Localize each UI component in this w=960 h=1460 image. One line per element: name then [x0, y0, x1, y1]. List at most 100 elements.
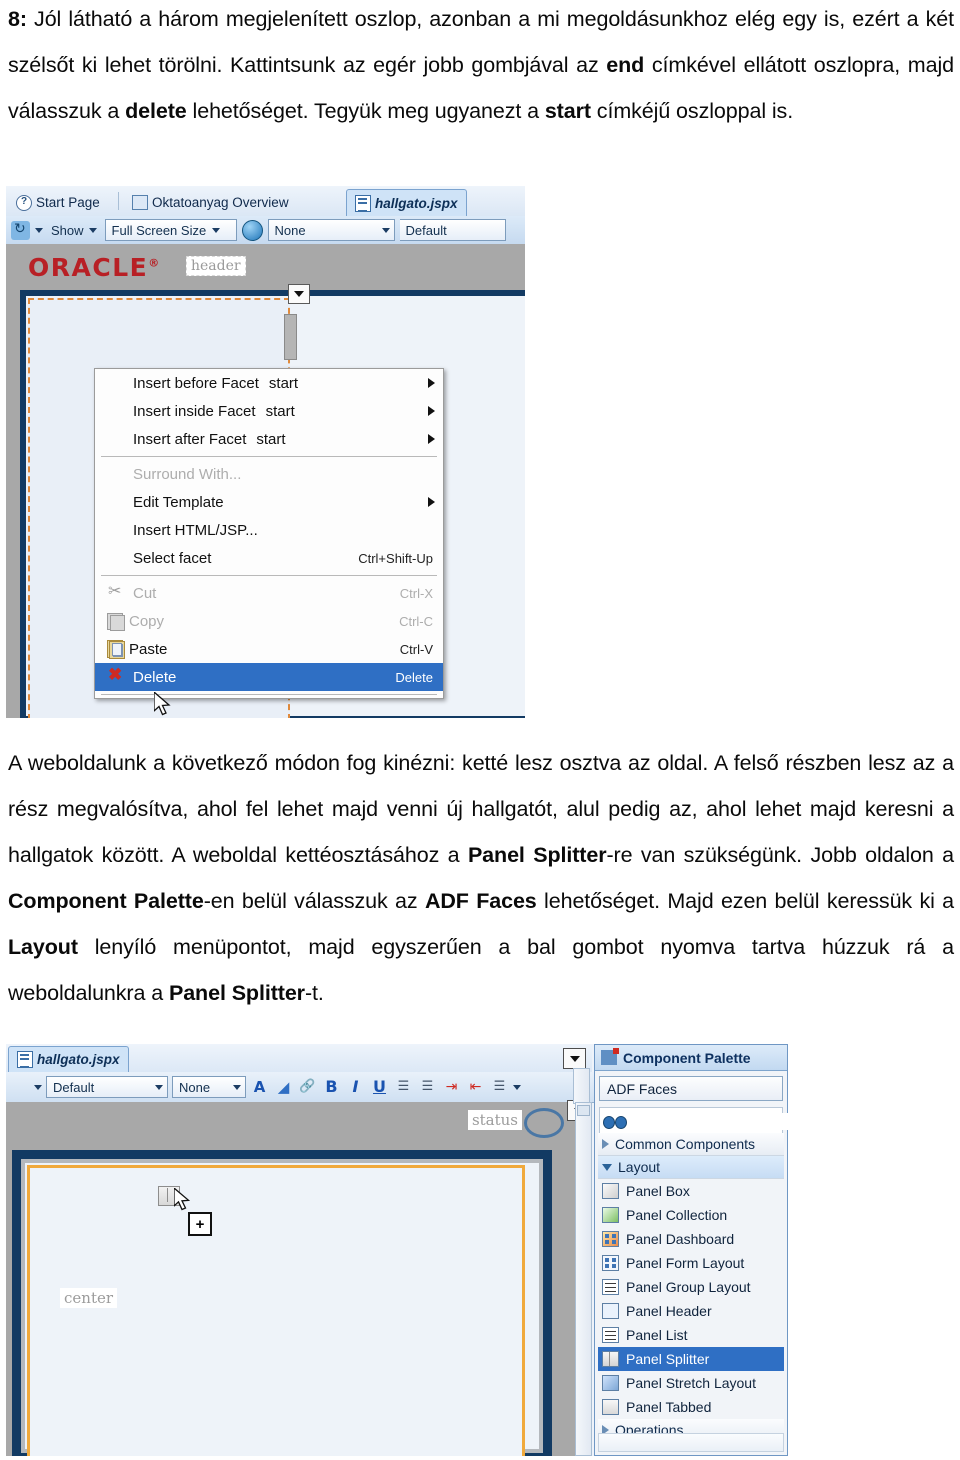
- panel-box-icon: [602, 1183, 619, 1199]
- skin-select[interactable]: None: [172, 1076, 246, 1098]
- menu-item-copy[interactable]: Copy Ctrl-C: [95, 607, 443, 635]
- menu-item-icon-slot: [107, 402, 127, 420]
- scroll-thumb[interactable]: [577, 1105, 590, 1116]
- splitter-grabber[interactable]: [284, 314, 297, 360]
- oracle-logo-text: ORACLE: [28, 253, 149, 282]
- drop-target-highlight[interactable]: + center: [27, 1165, 525, 1456]
- menu-item-delete[interactable]: Delete Delete: [95, 663, 443, 691]
- palette-library-value: ADF Faces: [607, 1080, 678, 1097]
- show-label: Show: [51, 222, 84, 238]
- menu-item-label: Insert before Facet: [133, 374, 259, 392]
- tab-oktatoanyag-overview[interactable]: Oktatoanyag Overview: [124, 189, 297, 216]
- palette-item-panel-tabbed[interactable]: Panel Tabbed: [598, 1395, 784, 1419]
- tab-hallgato-jspx[interactable]: hallgato.jspx: [8, 1046, 129, 1072]
- palette-group-common-components[interactable]: Common Components: [598, 1133, 784, 1156]
- palette-item-panel-dashboard[interactable]: Panel Dashboard: [598, 1227, 784, 1251]
- menu-item-shortcut: Delete: [395, 669, 433, 685]
- menu-item-paste[interactable]: Paste Ctrl-V: [95, 635, 443, 663]
- underline-icon[interactable]: U: [370, 1077, 389, 1097]
- palette-status-bar: [598, 1433, 784, 1452]
- menu-item-insert-html-jsp[interactable]: Insert HTML/JSP...: [95, 516, 443, 544]
- menu-item-insert-after-facet[interactable]: Insert after Facet start: [95, 425, 443, 453]
- palette-item-panel-box[interactable]: Panel Box: [598, 1179, 784, 1203]
- menu-item-label: Insert HTML/JSP...: [133, 521, 258, 539]
- palette-item-panel-header[interactable]: Panel Header: [598, 1299, 784, 1323]
- palette-item-panel-group-layout[interactable]: Panel Group Layout: [598, 1275, 784, 1299]
- tab-start-page[interactable]: ? Start Page: [8, 189, 108, 216]
- menu-item-cut[interactable]: Cut Ctrl-X: [95, 579, 443, 607]
- chevron-down-icon[interactable]: [513, 1084, 521, 1090]
- menu-item-insert-before-facet[interactable]: Insert before Facet start: [95, 369, 443, 397]
- decrease-indent-icon[interactable]: ⇤: [466, 1077, 485, 1097]
- palette-library-select[interactable]: ADF Faces: [599, 1076, 783, 1101]
- emphasis-text: end: [606, 53, 645, 77]
- menu-item-select-facet[interactable]: Select facet Ctrl+Shift-Up: [95, 544, 443, 572]
- link-icon[interactable]: 🔗: [298, 1077, 317, 1097]
- show-menu-button[interactable]: Show: [48, 220, 100, 240]
- tab-hallgato-jspx[interactable]: hallgato.jspx: [346, 189, 467, 217]
- body-text: lehetőséget. Tegyük meg ugyanezt a: [186, 99, 545, 123]
- paragraph-panel-splitter: A weboldalunk a következő módon fog kiné…: [8, 740, 954, 1016]
- tab-overflow-button[interactable]: [563, 1048, 586, 1069]
- editor-tab-bar: hallgato.jspx: [6, 1044, 592, 1073]
- emphasis-text: Layout: [8, 935, 78, 959]
- skin-select[interactable]: None: [267, 219, 395, 241]
- header-facet-tag: header: [186, 256, 246, 276]
- page-body: + center: [21, 1159, 543, 1456]
- palette-title: Component Palette: [623, 1049, 751, 1066]
- font-color-icon[interactable]: A: [250, 1077, 269, 1097]
- editor-pane: hallgato.jspx Default None A ◢ 🔗 B I U ☰ ☰ ⇥ ⇤ ☰: [6, 1044, 596, 1456]
- numbered-list-icon[interactable]: ☰: [418, 1077, 437, 1097]
- italic-icon[interactable]: I: [346, 1077, 365, 1097]
- design-canvas[interactable]: status + center: [6, 1068, 592, 1456]
- chevron-right-icon: [428, 434, 435, 444]
- menu-item-insert-inside-facet[interactable]: Insert inside Facet start: [95, 397, 443, 425]
- fill-color-icon[interactable]: ◢: [274, 1077, 293, 1097]
- overview-icon: [132, 195, 148, 210]
- component-palette-icon: [601, 1048, 619, 1065]
- chevron-down-icon[interactable]: [34, 1084, 42, 1090]
- menu-item-edit-template[interactable]: Edit Template: [95, 488, 443, 516]
- bold-icon[interactable]: B: [322, 1077, 341, 1097]
- palette-item-panel-collection[interactable]: Panel Collection: [598, 1203, 784, 1227]
- style-select[interactable]: Default: [399, 219, 506, 241]
- registered-mark: ®: [148, 256, 161, 270]
- palette-group-layout[interactable]: Layout: [598, 1156, 784, 1179]
- palette-item-panel-splitter[interactable]: Panel Splitter: [598, 1347, 784, 1371]
- menu-item-label: Copy: [129, 612, 165, 630]
- screen-size-select[interactable]: Full Screen Size: [104, 219, 237, 241]
- globe-icon[interactable]: [241, 219, 263, 241]
- bulleted-list-icon[interactable]: ☰: [394, 1077, 413, 1097]
- editor-tab-bar: ? Start Page Oktatoanyag Overview hallga…: [6, 186, 525, 217]
- align-icon[interactable]: ☰: [490, 1077, 509, 1097]
- chevron-down-icon[interactable]: [35, 227, 43, 233]
- style-value: Default: [405, 222, 447, 238]
- facet-dropdown-button[interactable]: [288, 284, 310, 304]
- style-select[interactable]: Default: [46, 1076, 168, 1098]
- palette-search-input[interactable]: [627, 1112, 788, 1130]
- palette-item-panel-form-layout[interactable]: Panel Form Layout: [598, 1251, 784, 1275]
- palette-item-panel-list[interactable]: Panel List: [598, 1323, 784, 1347]
- menu-item-surround-with[interactable]: Surround With...: [95, 460, 443, 488]
- panel-list-icon: [602, 1327, 619, 1343]
- panel-dashboard-icon: [602, 1231, 619, 1247]
- palette-group-label: Common Components: [615, 1136, 756, 1152]
- increase-indent-icon[interactable]: ⇥: [442, 1077, 461, 1097]
- panel-header-icon: [602, 1303, 619, 1319]
- menu-item-facet-name: start: [268, 374, 299, 392]
- editor-vertical-scrollbar[interactable]: [575, 1102, 592, 1456]
- palette-group-operations[interactable]: Operations: [598, 1419, 784, 1433]
- chevron-right-icon: [428, 497, 435, 507]
- vertical-scrollbar[interactable]: [573, 1068, 590, 1104]
- jspx-file-icon: [17, 1051, 33, 1068]
- document-page: 8: Jól látható a három megjelenített osz…: [0, 0, 960, 1460]
- chevron-right-icon: [602, 1425, 609, 1433]
- palette-search-row[interactable]: [599, 1107, 788, 1135]
- palette-item-panel-stretch-layout[interactable]: Panel Stretch Layout: [598, 1371, 784, 1395]
- refresh-page-icon[interactable]: [11, 220, 30, 240]
- palette-component-list[interactable]: Common Components Layout Panel Box Panel Co…: [598, 1133, 784, 1433]
- delete-icon: [107, 665, 127, 686]
- search-binoculars-icon[interactable]: [603, 1112, 627, 1130]
- body-text: -t.: [304, 981, 324, 1005]
- context-menu[interactable]: Insert before Facet start Insert inside Fa…: [94, 368, 444, 699]
